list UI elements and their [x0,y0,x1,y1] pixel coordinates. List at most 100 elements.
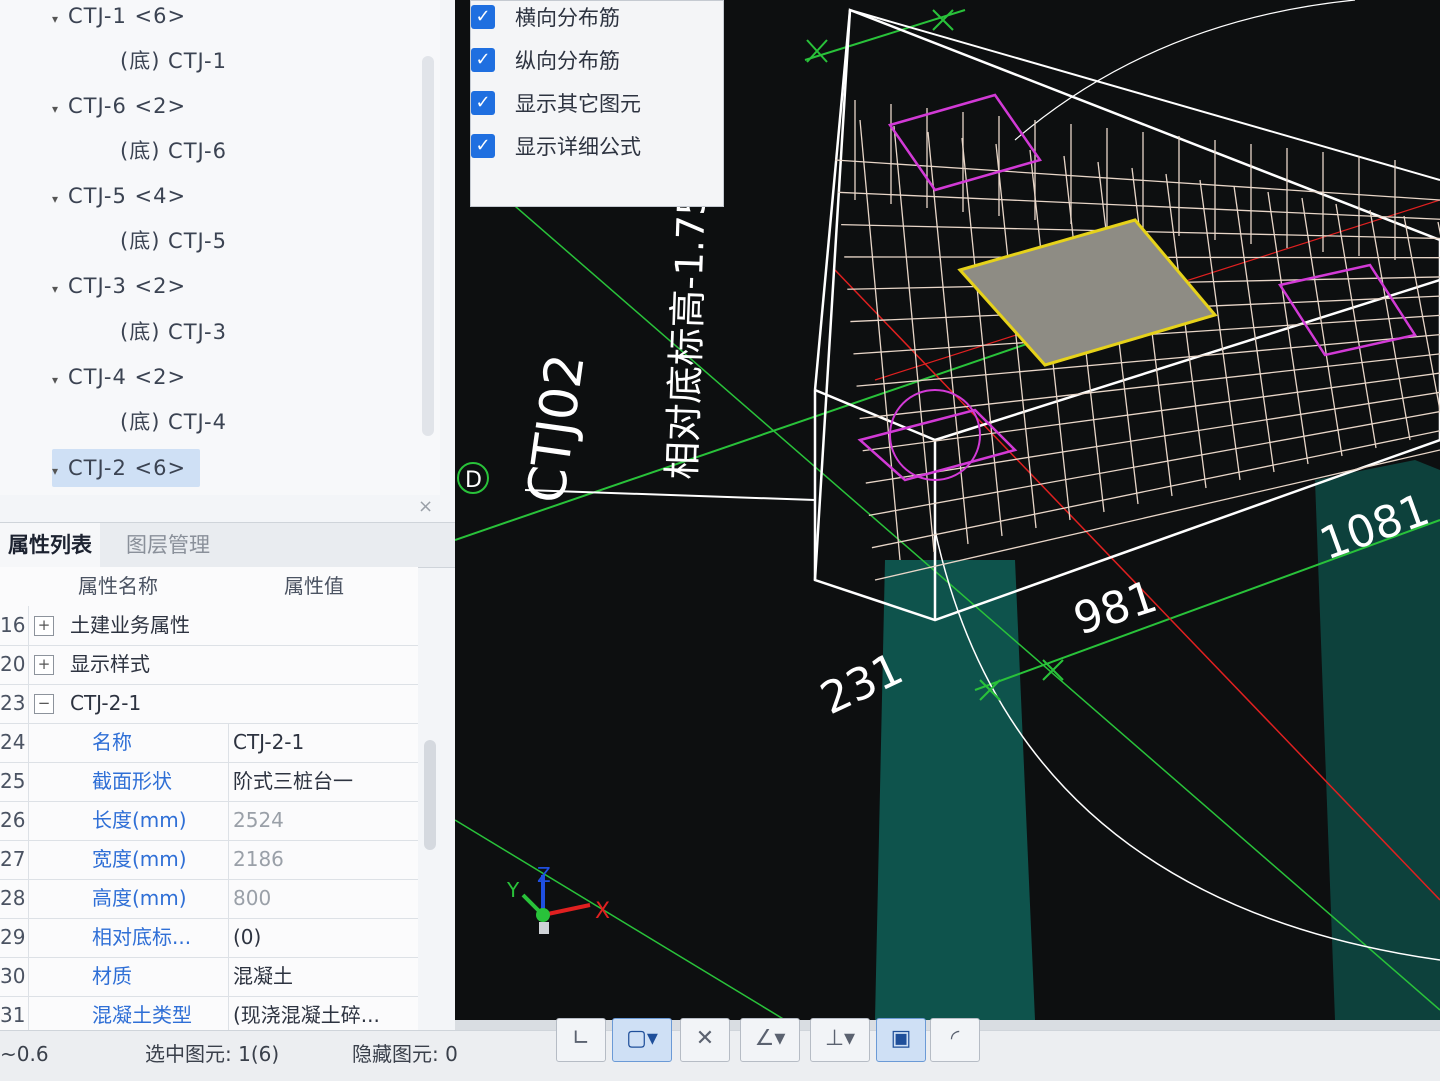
tree-item-ctj-3[interactable]: ▾ CTJ-3 <2> [52,267,186,305]
row-value[interactable]: (0) [228,918,418,957]
rebar-line [1335,203,1377,449]
cross-select-button[interactable]: ✕ [680,1018,730,1062]
dimension-icon: ⊥▾ [824,1026,856,1051]
table-row[interactable]: 31 混凝土类型 (现浇混凝土碎... [0,996,418,1030]
pile-cap-edge [813,9,852,391]
collapse-minus-icon[interactable]: − [34,694,54,714]
row-name: 截面形状 [92,769,172,793]
angle-icon: ∠▾ [754,1026,786,1051]
tree-item-ctj-3-bottom[interactable]: (底) CTJ-3 [120,313,227,351]
pile-column [875,560,1035,1020]
row-number: 29 [0,918,29,957]
row-value[interactable]: 混凝土 [228,957,418,996]
status-selected-count: 选中图元: 1(6) [145,1042,280,1066]
expand-plus-icon[interactable]: + [34,655,54,675]
row-value[interactable]: (现浇混凝土碎... [228,996,418,1030]
table-row[interactable]: 29 相对底标... (0) [0,918,418,958]
arc-tool-button[interactable]: ◜ [930,1018,980,1062]
checkbox-transverse-rebar[interactable]: ✓ 横向分布筋 [471,0,620,38]
panel-tabs: 属性列表 图层管理 [0,522,455,568]
expand-arrow-icon[interactable]: ▾ [52,361,68,399]
row-value[interactable]: 2524 [228,801,418,840]
rebar-line [834,159,1440,201]
tree-item-ctj-4-bottom[interactable]: (底) CTJ-4 [120,403,227,441]
row-value[interactable]: CTJ-2-1 [228,723,418,762]
table-row[interactable]: 30 材质 混凝土 [0,957,418,997]
table-row[interactable]: 28 高度(mm) 800 [0,879,418,919]
checkbox-show-detail-formula[interactable]: ✓ 显示详细公式 [471,127,641,167]
tree-item-ctj-6[interactable]: ▾ CTJ-6 <2> [52,87,186,125]
tree-item-label: (底) CTJ-4 [120,410,227,434]
row-value[interactable]: 阶式三桩台一 [228,762,418,801]
tree-item-label: (底) CTJ-5 [120,229,227,253]
display-toggle-button[interactable]: ▣ [876,1018,926,1062]
expand-plus-icon[interactable]: + [34,616,54,636]
table-row[interactable]: 23 − CTJ-2-1 [0,684,418,724]
dimension-tool-button[interactable]: ⊥▾ [810,1018,870,1062]
axis-gizmo: X Y Z [506,863,610,934]
tree-item-label: CTJ-1 <6> [68,4,187,28]
pile-cap-edge [849,9,1440,181]
select-box-icon: ▢▾ [626,1026,658,1051]
pile-marker [887,93,1043,192]
checkbox-label: 显示详细公式 [515,135,641,159]
row-number: 31 [0,996,29,1030]
table-row[interactable]: 26 长度(mm) 2524 [0,801,418,841]
select-box-button[interactable]: ▢▾ [612,1018,672,1062]
tree-item-label: CTJ-3 <2> [68,274,187,298]
row-number: 27 [0,840,29,879]
checkbox-checked-icon[interactable]: ✓ [471,91,495,115]
row-name: 宽度(mm) [92,847,187,871]
table-row[interactable]: 16 + 土建业务属性 [0,606,418,646]
tab-properties[interactable]: 属性列表 [0,523,100,567]
tree-item-ctj-1[interactable]: ▾ CTJ-1 <6> [52,0,186,35]
grid-line [455,819,786,1020]
checkbox-longitudinal-rebar[interactable]: ✓ 纵向分布筋 [471,41,620,81]
axis-label-d: D [465,468,482,493]
row-value[interactable]: 2186 [228,840,418,879]
table-row[interactable]: 20 + 显示样式 [0,645,418,685]
row-value[interactable]: 800 [228,879,418,918]
ortho-mode-button[interactable]: ∟ [556,1018,606,1062]
expand-arrow-icon[interactable]: ▾ [52,0,68,38]
grid-scrollbar[interactable] [424,740,436,850]
checkbox-checked-icon[interactable]: ✓ [471,48,495,72]
expand-arrow-icon[interactable]: ▾ [52,270,68,308]
tree-item-ctj-5-bottom[interactable]: (底) CTJ-5 [120,222,227,260]
angle-snap-button[interactable]: ∠▾ [740,1018,800,1062]
expand-arrow-icon[interactable]: ▾ [52,452,68,490]
column-footprint [957,218,1218,367]
status-coordinate: ~0.6 [0,1042,49,1066]
close-icon[interactable]: × [418,496,433,517]
tree-item-ctj-4[interactable]: ▾ CTJ-4 <2> [52,358,186,396]
tree-item-ctj-5[interactable]: ▾ CTJ-5 <4> [52,177,186,215]
row-name: 显示样式 [70,652,150,676]
row-number: 24 [0,723,29,762]
display-icon: ▣ [890,1026,912,1051]
checkbox-show-other-elements[interactable]: ✓ 显示其它图元 [471,84,641,124]
rebar-line [856,333,1440,387]
rebar-line [1369,209,1411,441]
row-name: 相对底标... [92,925,192,949]
tree-item-ctj-1-bottom[interactable]: (底) CTJ-1 [120,42,227,80]
pile-marker [857,408,1018,482]
rebar-line [961,137,1003,537]
tab-layers[interactable]: 图层管理 [118,523,218,567]
table-row[interactable]: 27 宽度(mm) 2186 [0,840,418,880]
ortho-icon: ∟ [571,1026,591,1051]
table-row[interactable]: 25 截面形状 阶式三桩台一 [0,762,418,802]
axis-z-label: Z [537,863,551,887]
property-grid: 属性名称 属性值 16 + 土建业务属性 20 + 显示样式 23 − CTJ-… [0,567,418,1030]
tree-item-label: (底) CTJ-3 [120,320,227,344]
expand-arrow-icon[interactable]: ▾ [52,180,68,218]
checkbox-checked-icon[interactable]: ✓ [471,5,495,29]
expand-arrow-icon[interactable]: ▾ [52,90,68,128]
tree-item-ctj-6-bottom[interactable]: (底) CTJ-6 [120,132,227,170]
tree-item-ctj-2[interactable]: ▾ CTJ-2 <6> [52,449,201,490]
row-name: 材质 [92,964,132,988]
table-row[interactable]: 24 名称 CTJ-2-1 [0,723,418,763]
tree-scrollbar[interactable] [422,56,434,436]
tree-item-label: (底) CTJ-1 [120,49,227,73]
checkbox-checked-icon[interactable]: ✓ [471,134,495,158]
column-header-name: 属性名称 [78,574,158,598]
